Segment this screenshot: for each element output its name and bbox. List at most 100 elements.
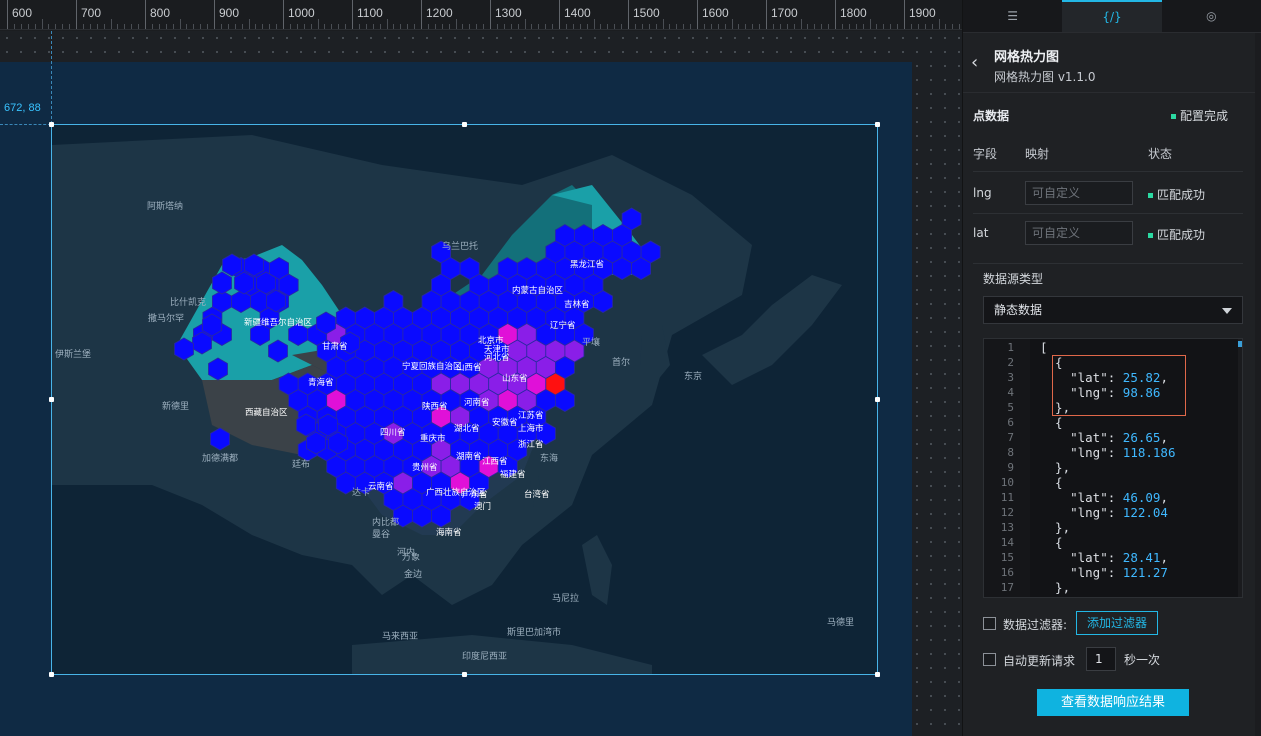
auto-update-unit: 秒一次 bbox=[1124, 653, 1161, 667]
resize-handle-nw[interactable] bbox=[49, 122, 54, 127]
line-number: 8 bbox=[1007, 446, 1014, 459]
province-label: 河南省 bbox=[464, 397, 490, 408]
country-label: 金边 bbox=[404, 568, 422, 580]
col-field: 字段 bbox=[973, 147, 998, 161]
horizontal-ruler: 600 700 800 900 1000 1100 1200 1300 1400 1500 1600… bbox=[0, 0, 962, 30]
country-label: 平壤 bbox=[582, 336, 600, 348]
resize-handle-se[interactable] bbox=[875, 672, 880, 677]
country-label: 东京 bbox=[684, 370, 702, 382]
province-label: 新疆维吾尔自治区 bbox=[244, 317, 313, 328]
ruler-tick: 1400 bbox=[559, 0, 591, 29]
auto-update-interval-input[interactable]: 1 bbox=[1086, 647, 1116, 671]
datasource-label: 数据源类型 bbox=[983, 272, 1044, 286]
line-number: 3 bbox=[1007, 371, 1014, 384]
col-mapping: 映射 bbox=[1025, 147, 1050, 161]
resize-handle-s[interactable] bbox=[462, 672, 467, 677]
line-number: 13 bbox=[1000, 521, 1014, 534]
code-line: }, bbox=[1040, 460, 1071, 475]
resize-handle-e[interactable] bbox=[875, 397, 880, 402]
line-number: 14 bbox=[1000, 536, 1014, 549]
province-label: 河北省 bbox=[484, 352, 510, 363]
province-label: 辽宁省 bbox=[550, 320, 576, 331]
code-line: "lng": 122.04 bbox=[1040, 505, 1168, 520]
add-filter-button[interactable]: 添加过滤器 bbox=[1076, 611, 1158, 635]
tab-data[interactable]: {/} bbox=[1062, 0, 1162, 32]
code-line: { bbox=[1040, 355, 1063, 370]
line-number: 6 bbox=[1007, 416, 1014, 429]
code-line: "lat": 26.65, bbox=[1040, 430, 1168, 445]
coordinate-readout: 672, 88 bbox=[4, 102, 41, 114]
match-status: 匹配成功 bbox=[1148, 226, 1205, 243]
code-line: }, bbox=[1040, 520, 1071, 535]
province-label: 福建省 bbox=[500, 469, 526, 480]
country-label: 廷布 bbox=[292, 458, 310, 470]
province-label: 广东省 bbox=[462, 489, 488, 500]
grid-heatmap-widget[interactable]: 阿斯塔纳 乌兰巴托 比什凯克 撒马尔罕 伊斯兰堡 新德里 加德满都 廷布 达卡 内比都 曼谷 马尼拉河… bbox=[51, 124, 878, 675]
ruler-tick: 900 bbox=[214, 0, 239, 29]
panel-scrollbar[interactable] bbox=[1255, 33, 1261, 736]
filter-checkbox[interactable] bbox=[983, 617, 996, 630]
section-label: 点数据 bbox=[973, 109, 1010, 123]
country-label: 加德满都 bbox=[202, 452, 238, 464]
province-label: 海南省 bbox=[436, 527, 462, 538]
divider bbox=[973, 263, 1243, 264]
ruler-tick: 1600 bbox=[697, 0, 729, 29]
mapping-input-lat[interactable]: 可自定义 bbox=[1025, 221, 1133, 245]
province-label: 云南省 bbox=[368, 481, 394, 492]
country-label: 首尔 bbox=[612, 356, 630, 368]
ruler-tick: 600 bbox=[7, 0, 32, 29]
field-name: lat bbox=[973, 226, 989, 240]
divider bbox=[973, 213, 1243, 214]
line-number: 9 bbox=[1007, 461, 1014, 474]
code-line: "lng": 121.27 bbox=[1040, 565, 1168, 580]
ruler-tick: 1100 bbox=[352, 0, 383, 29]
panel-tabs: ☰ {/} ◎ bbox=[963, 0, 1261, 33]
country-label: 内比都 bbox=[372, 516, 399, 528]
sliders-icon: ☰ bbox=[1007, 9, 1019, 23]
country-label: 马来西亚 bbox=[382, 631, 418, 642]
panel-header: ‹ 网格热力图 网格热力图 v1.1.0 bbox=[963, 33, 1261, 93]
field-row-lat: lat 可自定义 匹配成功 bbox=[963, 215, 1261, 255]
resize-handle-ne[interactable] bbox=[875, 122, 880, 127]
code-line: }, bbox=[1040, 400, 1071, 415]
province-label: 重庆市 bbox=[420, 433, 446, 444]
code-editor[interactable]: 1[2 {3 "lat": 25.82, 4 "lng": 98.86 5 }, 6 … bbox=[983, 338, 1243, 598]
code-icon: {/} bbox=[1102, 10, 1122, 24]
province-label: 澳门 bbox=[474, 501, 491, 512]
auto-update-checkbox[interactable] bbox=[983, 653, 996, 666]
component-title: 网格热力图 bbox=[994, 50, 1060, 65]
view-response-button[interactable]: 查看数据响应结果 bbox=[1037, 689, 1189, 716]
province-label: 甘肃省 bbox=[322, 341, 348, 352]
resize-handle-n[interactable] bbox=[462, 122, 467, 127]
province-label: 陕西省 bbox=[422, 401, 448, 412]
status-dot-icon bbox=[1170, 114, 1176, 119]
tab-config[interactable]: ☰ bbox=[963, 0, 1062, 32]
match-status: 匹配成功 bbox=[1148, 186, 1205, 203]
country-label: 伊斯兰堡 bbox=[55, 348, 91, 360]
province-label: 江西省 bbox=[482, 456, 508, 467]
code-line: }, bbox=[1040, 580, 1071, 595]
ruler-tick: 1000 bbox=[283, 0, 315, 29]
resize-handle-sw[interactable] bbox=[49, 672, 54, 677]
code-line: [ bbox=[1040, 340, 1048, 355]
code-line: { bbox=[1040, 535, 1063, 550]
province-label: 浙江省 bbox=[518, 439, 544, 450]
chevron-down-icon bbox=[1222, 308, 1232, 314]
line-number: 4 bbox=[1007, 386, 1014, 399]
china-map: 阿斯塔纳乌兰巴托比什凯克撒马尔罕伊斯兰堡新德里加德满都廷布达卡内比都曼谷马尼拉河… bbox=[52, 125, 877, 674]
code-line: { bbox=[1040, 475, 1063, 490]
line-number: 17 bbox=[1000, 581, 1014, 594]
province-label: 台湾省 bbox=[524, 489, 550, 500]
tab-interaction[interactable]: ◎ bbox=[1162, 0, 1261, 32]
code-line: "lng": 118.186 bbox=[1040, 445, 1176, 460]
line-number: 2 bbox=[1007, 356, 1014, 369]
chevron-left-icon[interactable]: ‹ bbox=[971, 52, 978, 73]
editor-scrollbar[interactable] bbox=[1238, 339, 1242, 597]
mapping-input-lng[interactable]: 可自定义 bbox=[1025, 181, 1133, 205]
datasource-select[interactable]: 静态数据 bbox=[983, 296, 1243, 324]
code-line: "lat": 46.09, bbox=[1040, 490, 1168, 505]
resize-handle-w[interactable] bbox=[49, 397, 54, 402]
country-label: 万象 bbox=[402, 551, 420, 563]
province-label: 安徽省 bbox=[492, 417, 518, 428]
province-label: 四川省 bbox=[380, 427, 406, 438]
